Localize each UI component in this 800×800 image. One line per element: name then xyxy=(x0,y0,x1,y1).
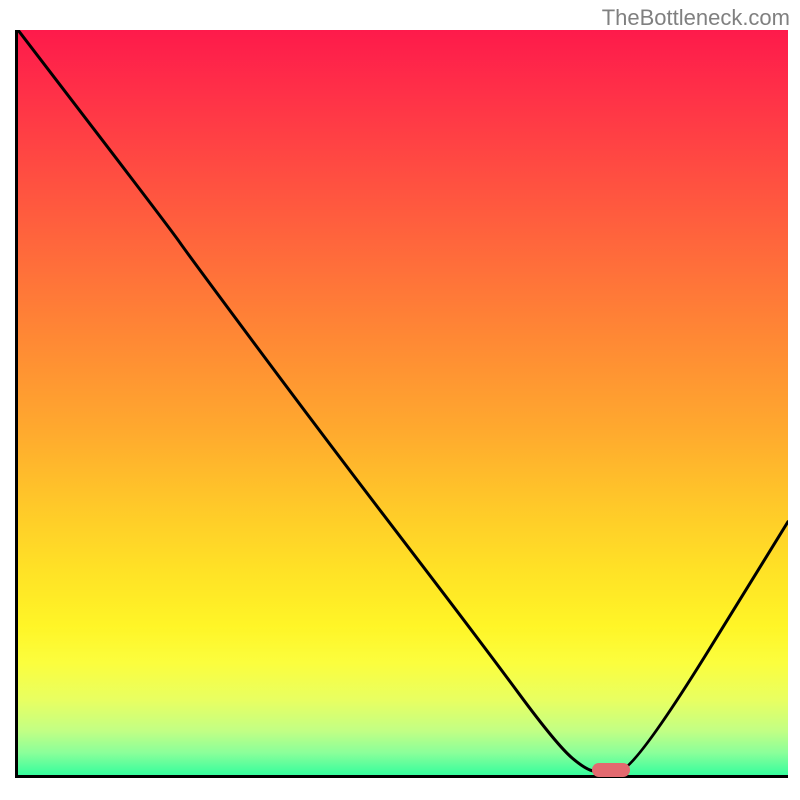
minimum-marker xyxy=(592,763,631,777)
watermark-text: TheBottleneck.com xyxy=(602,5,790,31)
curve-svg xyxy=(18,30,788,775)
chart-container: TheBottleneck.com xyxy=(0,0,800,800)
bottleneck-curve xyxy=(18,30,788,771)
plot-area xyxy=(15,30,788,778)
